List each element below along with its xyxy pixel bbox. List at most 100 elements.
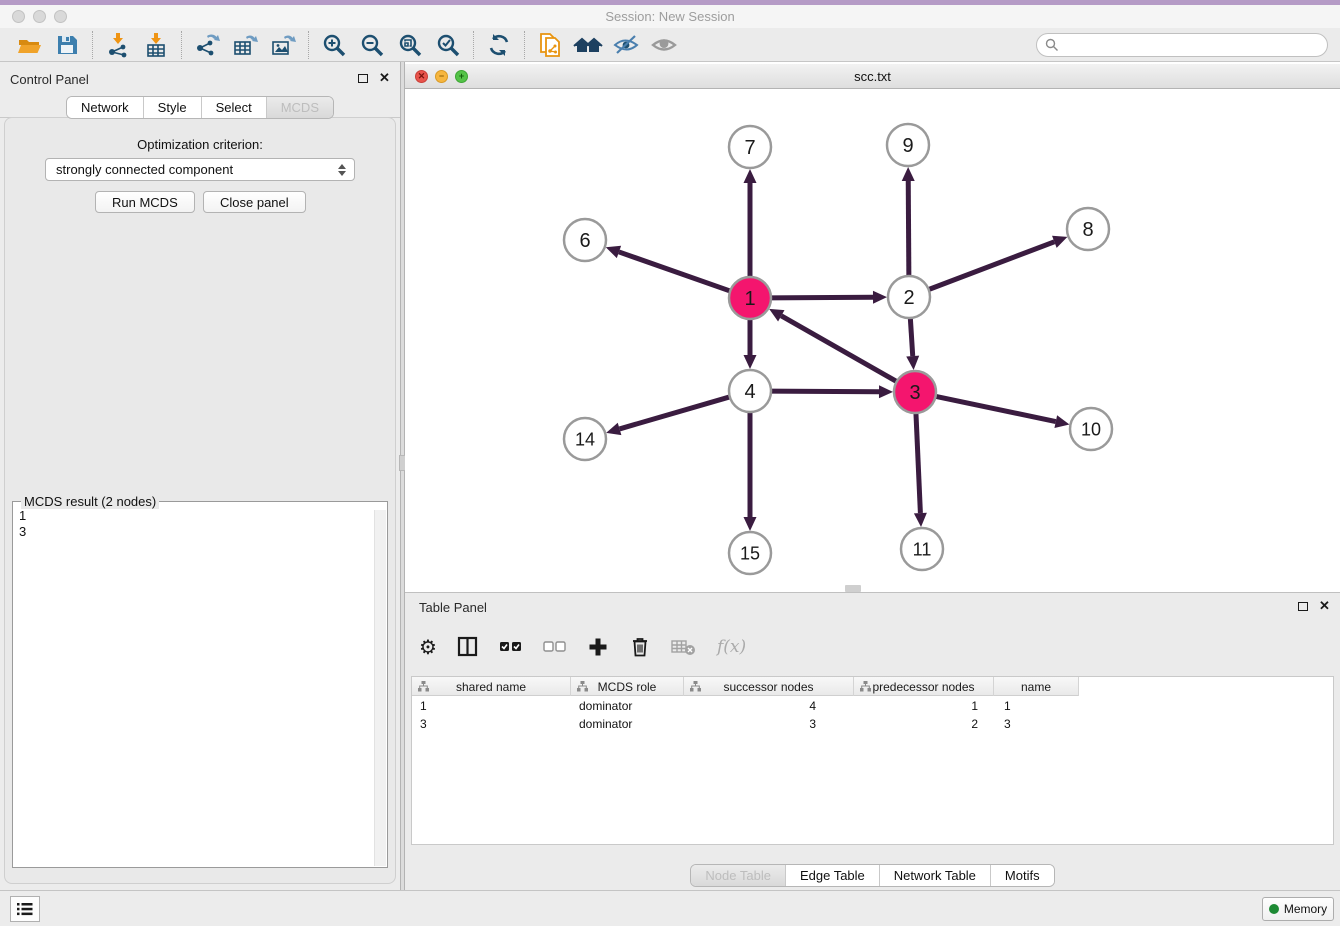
edge-arrowhead: [744, 517, 757, 531]
graph-edge-2-8[interactable]: [927, 242, 1055, 290]
mcds-result-list[interactable]: 13: [19, 508, 373, 863]
graph-edge-2-3[interactable]: [910, 316, 913, 356]
close-table-panel-icon[interactable]: ✕: [1319, 601, 1330, 611]
graph-edge-3-10[interactable]: [934, 396, 1056, 422]
column-header-predecessor-nodes[interactable]: predecessor nodes: [854, 677, 994, 696]
table-cell: dominator: [571, 697, 684, 715]
canvas-splitter-grip[interactable]: [845, 585, 861, 592]
export-table-icon[interactable]: [226, 30, 264, 60]
edge-arrowhead: [606, 423, 621, 435]
search-input[interactable]: [1059, 35, 1327, 55]
graph-node-label: 11: [913, 539, 932, 559]
import-network-icon[interactable]: [99, 30, 137, 60]
table-row[interactable]: 3dominator323: [412, 715, 1079, 733]
table-cell: 3: [684, 715, 854, 733]
zoom-in-icon[interactable]: [315, 30, 353, 60]
table-cell: 3: [994, 715, 1079, 733]
table-cell: dominator: [571, 715, 684, 733]
search-box[interactable]: [1036, 33, 1328, 57]
table-header-row: shared name MCDS rolesuccessor nodes prede…: [412, 677, 1079, 696]
graph-edge-4-14[interactable]: [620, 396, 732, 429]
edge-arrowhead: [744, 169, 757, 183]
edge-arrowhead: [1054, 415, 1069, 428]
column-header-label: predecessor nodes: [872, 680, 974, 694]
task-history-button[interactable]: [10, 896, 40, 922]
delete-table-icon[interactable]: [671, 633, 697, 661]
open-session-icon[interactable]: [10, 30, 48, 60]
column-header-label: shared name: [456, 680, 526, 694]
result-item: 3: [19, 524, 373, 540]
float-table-panel-icon[interactable]: [1298, 602, 1308, 611]
tab-network[interactable]: Network: [67, 97, 143, 118]
column-header-MCDS-role[interactable]: MCDS role: [571, 677, 684, 696]
add-row-icon[interactable]: [587, 633, 609, 661]
table-panel-title: Table Panel: [419, 600, 487, 615]
memory-status-icon: [1269, 904, 1279, 914]
column-header-successor-nodes[interactable]: successor nodes: [684, 677, 854, 696]
mcds-result-title: MCDS result (2 nodes): [21, 494, 159, 509]
edge-arrowhead: [906, 356, 919, 370]
tab-network-table[interactable]: Network Table: [879, 865, 990, 886]
column-header-name[interactable]: name: [994, 677, 1079, 696]
export-image-icon[interactable]: [264, 30, 302, 60]
memory-button[interactable]: Memory: [1262, 897, 1334, 921]
graph-edge-4-3[interactable]: [769, 391, 879, 392]
zoom-window-button[interactable]: [54, 10, 67, 23]
table-row[interactable]: 1dominator411: [412, 697, 1079, 715]
network-window-title: scc.txt: [405, 69, 1340, 84]
float-panel-icon[interactable]: [358, 74, 368, 83]
column-visibility-icon[interactable]: [457, 633, 479, 661]
criterion-select[interactable]: strongly connected component: [45, 158, 355, 181]
save-session-icon[interactable]: [48, 30, 86, 60]
tab-node-table[interactable]: Node Table: [691, 865, 785, 886]
network-graph[interactable]: 7968124314101511: [405, 89, 1340, 592]
shared-column-icon: [690, 681, 701, 695]
graph-edge-1-6[interactable]: [619, 252, 732, 292]
zoom-selected-icon[interactable]: [429, 30, 467, 60]
show-graphics-details-icon[interactable]: [645, 30, 683, 60]
shared-column-icon: [860, 681, 871, 695]
graph-edge-1-2[interactable]: [769, 297, 873, 298]
edge-arrowhead: [879, 385, 893, 398]
run-mcds-button[interactable]: Run MCDS: [95, 191, 195, 213]
graph-node-label: 8: [1082, 219, 1093, 241]
close-panel-icon[interactable]: ✕: [379, 73, 390, 83]
show-all-networks-icon[interactable]: [569, 30, 607, 60]
tab-edge-table[interactable]: Edge Table: [785, 865, 879, 886]
hide-graphics-details-icon[interactable]: [607, 30, 645, 60]
zoom-out-icon[interactable]: [353, 30, 391, 60]
column-header-shared-name[interactable]: shared name: [412, 677, 571, 696]
session-title: Session: New Session: [0, 5, 1340, 28]
close-panel-button[interactable]: Close panel: [203, 191, 306, 213]
select-all-rows-icon[interactable]: [499, 633, 523, 661]
export-network-icon[interactable]: [188, 30, 226, 60]
toolbar-separator: [181, 31, 182, 59]
graph-edge-3-1[interactable]: [781, 316, 898, 383]
function-builder-icon[interactable]: f(x): [717, 633, 746, 661]
graph-node-label: 3: [909, 382, 920, 404]
toolbar-separator: [308, 31, 309, 59]
result-scrollbar[interactable]: [374, 510, 386, 866]
toolbar-separator: [524, 31, 525, 59]
close-window-button[interactable]: [12, 10, 25, 23]
tab-motifs[interactable]: Motifs: [990, 865, 1054, 886]
refresh-layout-icon[interactable]: [480, 30, 518, 60]
mcds-result-groupbox: MCDS result (2 nodes) 13: [12, 501, 388, 868]
optimization-criterion-label: Optimization criterion:: [0, 137, 400, 152]
table-cell: 2: [854, 715, 994, 733]
tab-style[interactable]: Style: [143, 97, 201, 118]
column-header-label: name: [1021, 680, 1051, 694]
graph-edge-3-11[interactable]: [916, 411, 921, 513]
zoom-fit-icon[interactable]: [391, 30, 429, 60]
graph-edge-2-9[interactable]: [908, 181, 909, 278]
minimize-window-button[interactable]: [33, 10, 46, 23]
import-table-icon[interactable]: [137, 30, 175, 60]
edge-arrowhead: [1052, 236, 1067, 248]
status-bar: [0, 890, 1340, 926]
deselect-all-rows-icon[interactable]: [543, 633, 567, 661]
duplicate-network-icon[interactable]: [531, 30, 569, 60]
table-options-icon[interactable]: ⚙: [419, 633, 437, 661]
tab-select[interactable]: Select: [201, 97, 266, 118]
tab-mcds[interactable]: MCDS: [266, 97, 333, 118]
delete-rows-icon[interactable]: [629, 633, 651, 661]
